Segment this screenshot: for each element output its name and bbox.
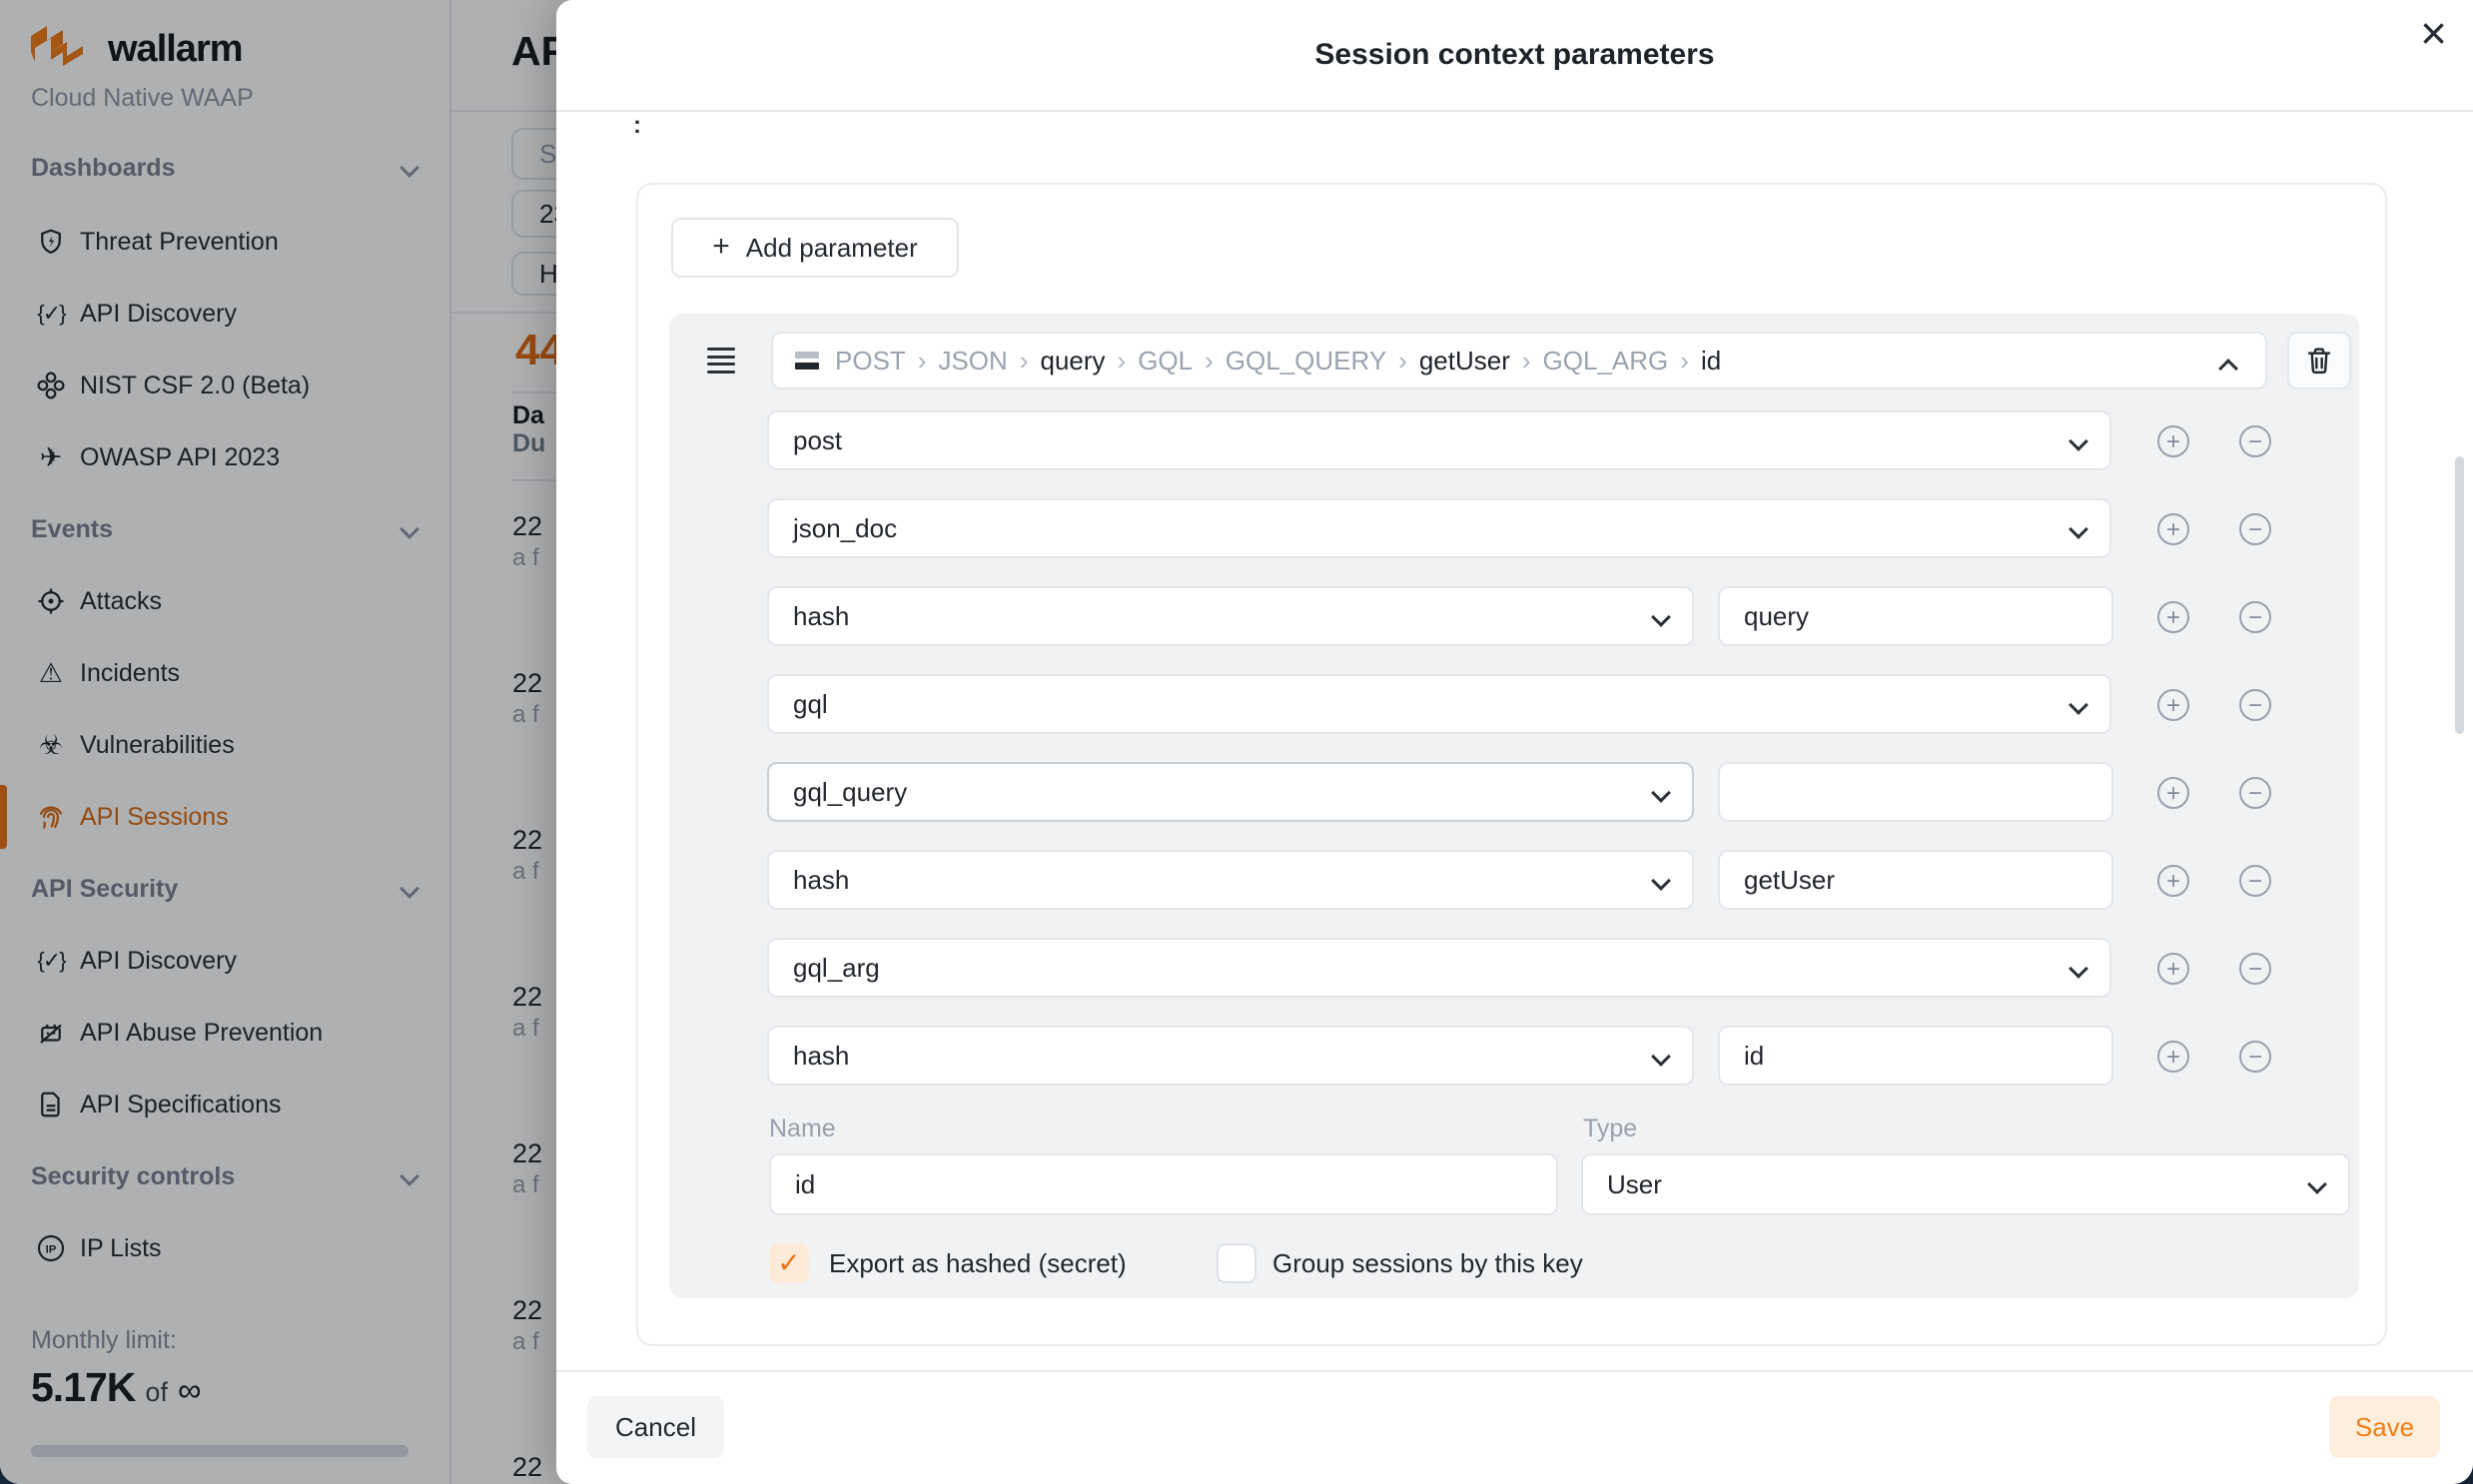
export-hashed-checkbox[interactable]: ✓ [769,1243,809,1283]
select-value: gql [793,689,828,720]
add-step-button[interactable]: + [2157,425,2189,457]
step-type-select[interactable]: json_doc [767,498,2111,558]
remove-step-button[interactable]: − [2239,689,2271,721]
remove-step-button[interactable]: − [2239,425,2271,457]
parameter-path-bar[interactable]: POST › JSON › query › GQL › GQL_QUERY › … [771,332,2267,389]
add-parameter-label: Add parameter [746,233,918,264]
step-type-select[interactable]: hash [767,850,1694,910]
chevron-down-icon [2307,1174,2327,1194]
remove-step-button[interactable]: − [2239,601,2271,633]
select-value: json_doc [793,513,897,544]
breadcrumb-separator: › [1398,346,1407,376]
parameter-block: POST › JSON › query › GQL › GQL_QUERY › … [669,314,2359,1298]
select-value: post [793,425,842,456]
stray-text: : [633,112,641,140]
breadcrumb-item: GQL_ARG [1543,346,1669,376]
breadcrumb-separator: › [1020,346,1029,376]
breadcrumb-separator: › [1680,346,1689,376]
parameters-card: + Add parameter POST › JSON › query › GQ… [636,183,2387,1346]
step-type-select[interactable]: gql_query [767,762,1694,822]
export-hashed-label[interactable]: Export as hashed (secret) [829,1242,1127,1284]
add-step-button[interactable]: + [2157,689,2189,721]
breadcrumb-item: GQL_QUERY [1226,346,1386,376]
add-step-button[interactable]: + [2157,777,2189,809]
group-sessions-checkbox[interactable] [1217,1243,1256,1283]
plus-icon: + [712,230,730,264]
step-key-input[interactable] [1718,1026,2113,1086]
select-value: gql_arg [793,953,880,984]
remove-step-button[interactable]: − [2239,865,2271,897]
type-label: Type [1583,1114,1637,1143]
add-step-button[interactable]: + [2157,953,2189,985]
breadcrumb-separator: › [1118,346,1127,376]
save-button[interactable]: Save [2329,1396,2440,1458]
step-key-input[interactable] [1718,850,2113,910]
add-step-button[interactable]: + [2157,513,2189,545]
add-step-button[interactable]: + [2157,601,2189,633]
path-icon [795,352,819,370]
breadcrumb-separator: › [918,346,927,376]
select-value: hash [793,1041,849,1072]
chevron-down-icon [1651,607,1671,627]
step-key-input[interactable] [1718,586,2113,646]
step-type-select[interactable]: hash [767,1026,1694,1086]
breadcrumb-item: id [1701,346,1721,376]
group-sessions-label[interactable]: Group sessions by this key [1272,1242,1583,1284]
step-key-input[interactable] [1718,762,2113,822]
remove-step-button[interactable]: − [2239,513,2271,545]
chevron-down-icon [1651,783,1671,803]
breadcrumb-separator: › [1522,346,1531,376]
chevron-down-icon [2068,431,2088,451]
step-type-select[interactable]: gql [767,674,2111,734]
trash-icon [2303,345,2335,376]
collapse-icon[interactable] [2218,359,2238,378]
breadcrumb-separator: › [1205,346,1214,376]
session-context-parameters-modal: Session context parameters × : + Add par… [556,0,2473,1484]
chevron-down-icon [2068,519,2088,539]
chevron-down-icon [2068,695,2088,715]
breadcrumb-item: query [1040,346,1105,376]
breadcrumb-item: GQL [1138,346,1193,376]
breadcrumb-item: getUser [1419,346,1510,376]
step-type-select[interactable]: gql_arg [767,938,2111,998]
chevron-down-icon [1651,1047,1671,1067]
drag-handle-icon[interactable] [707,348,735,373]
screen: wallarm Cloud Native WAAP Dashboards Thr… [0,0,2473,1484]
type-select[interactable]: User [1581,1153,2350,1215]
add-parameter-button[interactable]: + Add parameter [671,218,959,278]
delete-parameter-button[interactable] [2287,332,2351,389]
remove-step-button[interactable]: − [2239,777,2271,809]
name-input[interactable] [769,1153,1558,1215]
breadcrumb-item: POST [835,346,906,376]
step-type-select[interactable]: post [767,410,2111,470]
cancel-button[interactable]: Cancel [587,1396,724,1458]
breadcrumb-item: JSON [938,346,1007,376]
close-icon[interactable]: × [2420,10,2447,56]
name-label: Name [769,1114,836,1143]
modal-footer-divider [556,1370,2473,1372]
select-value: gql_query [793,777,907,808]
check-icon: ✓ [777,1247,800,1278]
chevron-down-icon [1651,871,1671,891]
chevron-down-icon [2068,959,2088,979]
add-step-button[interactable]: + [2157,865,2189,897]
select-value: User [1607,1169,1662,1200]
add-step-button[interactable]: + [2157,1041,2189,1073]
select-value: hash [793,601,849,632]
step-type-select[interactable]: hash [767,586,1694,646]
remove-step-button[interactable]: − [2239,1041,2271,1073]
select-value: hash [793,865,849,896]
remove-step-button[interactable]: − [2239,953,2271,985]
modal-title: Session context parameters [556,0,2473,110]
modal-scrollbar[interactable] [2455,456,2464,734]
